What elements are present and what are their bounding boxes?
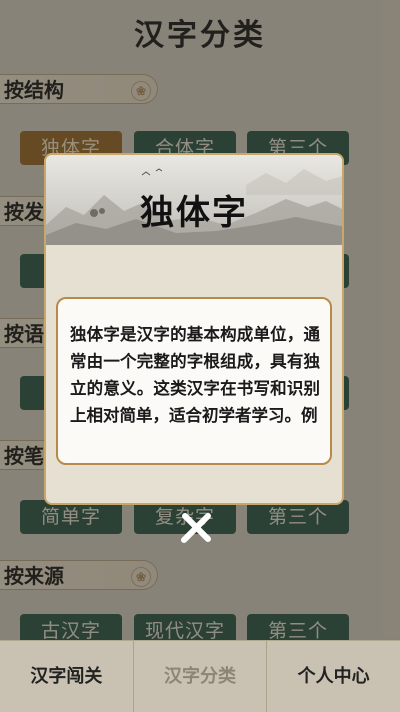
nav-tab-profile[interactable]: 个人中心 (266, 641, 400, 712)
close-icon (181, 513, 211, 543)
close-button[interactable] (178, 510, 214, 546)
dialog-description: 独体字是汉字的基本构成单位，通常由一个完整的字根组成，具有独立的意义。这类汉字在… (56, 297, 332, 465)
dialog-title: 独体字 (140, 193, 248, 233)
category-dialog: 独体字 独体字是汉字的基本构成单位，通常由一个完整的字根组成，具有独立的意义。这… (44, 153, 344, 505)
dialog-header-landscape: 独体字 (46, 155, 342, 245)
nav-tab-categories[interactable]: 汉字分类 (132, 641, 267, 712)
bottom-navigation: 汉字闯关 汉字分类 个人中心 (0, 640, 400, 712)
nav-tab-challenge[interactable]: 汉字闯关 (0, 641, 133, 712)
